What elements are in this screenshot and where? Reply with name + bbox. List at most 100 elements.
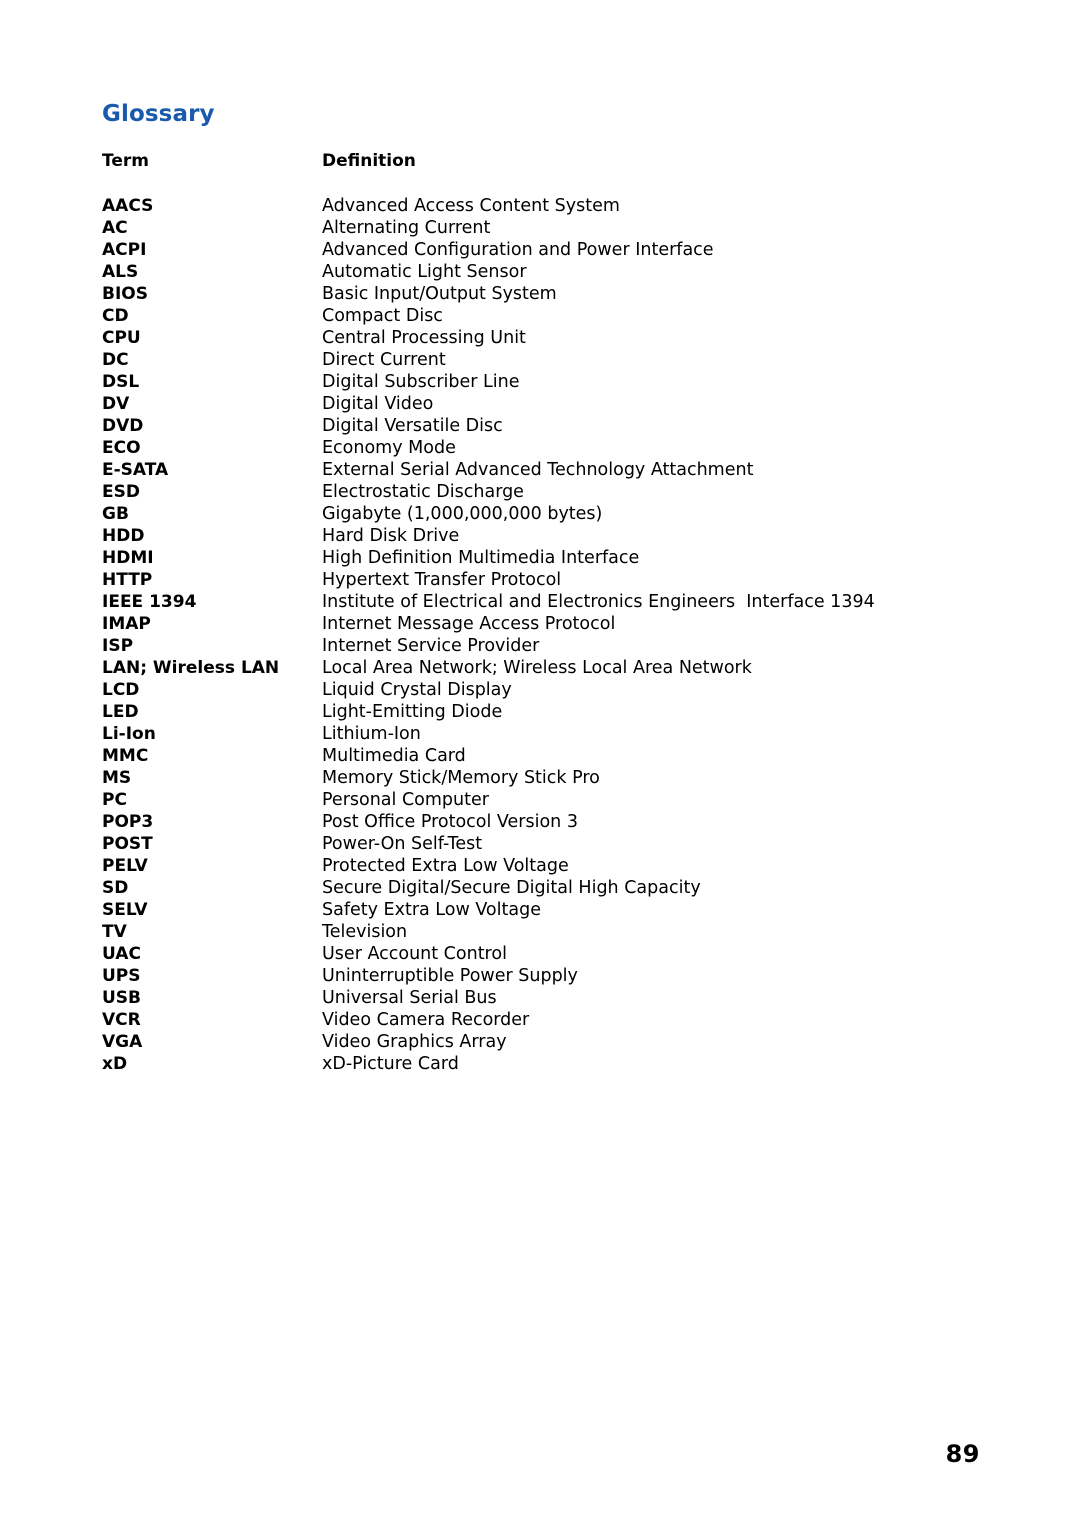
glossary-definition: Hard Disk Drive xyxy=(322,526,460,546)
glossary-definition: Liquid Crystal Display xyxy=(322,680,512,700)
glossary-term: USB xyxy=(102,988,142,1008)
glossary-definition: Multimedia Card xyxy=(322,746,466,766)
table-row: VCR Video Camera Recorder xyxy=(102,1009,932,1031)
glossary-term: ACPI xyxy=(102,240,147,260)
table-row: ESD Electrostatic Discharge xyxy=(102,481,932,503)
glossary-term: PELV xyxy=(102,856,148,876)
glossary-term: ESD xyxy=(102,482,140,502)
glossary-term: DC xyxy=(102,350,129,370)
glossary-definition: External Serial Advanced Technology Atta… xyxy=(322,460,754,480)
page-number: 89 xyxy=(945,1440,980,1468)
glossary-table: Term Definition AACS Advanced Access Cont… xyxy=(102,150,932,1075)
glossary-definition: Post Office Protocol Version 3 xyxy=(322,812,578,832)
glossary-definition: Internet Message Access Protocol xyxy=(322,614,616,634)
glossary-definition: Central Processing Unit xyxy=(322,328,526,348)
glossary-term: ALS xyxy=(102,262,139,282)
table-row: SD Secure Digital/Secure Digital High Cap… xyxy=(102,877,932,899)
table-row: MMC Multimedia Card xyxy=(102,745,932,767)
glossary-term: xD xyxy=(102,1054,128,1074)
table-row: UPS Uninterruptible Power Supply xyxy=(102,965,932,987)
table-row: AC Alternating Current xyxy=(102,217,932,239)
glossary-definition: High Definition Multimedia Interface xyxy=(322,548,640,568)
glossary-definition: Basic Input/Output System xyxy=(322,284,557,304)
glossary-definition: User Account Control xyxy=(322,944,507,964)
table-row: GB Gigabyte (1,000,000,000 bytes) xyxy=(102,503,932,525)
table-row: AACS Advanced Access Content System xyxy=(102,195,932,217)
table-row: MS Memory Stick/Memory Stick Pro xyxy=(102,767,932,789)
glossary-definition: xD-Picture Card xyxy=(322,1054,459,1074)
column-header-term: Term xyxy=(102,151,149,171)
table-row: HTTP Hypertext Transfer Protocol xyxy=(102,569,932,591)
glossary-definition: Video Camera Recorder xyxy=(322,1010,530,1030)
glossary-term: DSL xyxy=(102,372,140,392)
table-row: DV Digital Video xyxy=(102,393,932,415)
glossary-definition: Hypertext Transfer Protocol xyxy=(322,570,562,590)
glossary-term: VCR xyxy=(102,1010,141,1030)
glossary-term: BIOS xyxy=(102,284,148,304)
glossary-definition: Digital Subscriber Line xyxy=(322,372,520,392)
glossary-term: HDMI xyxy=(102,548,154,568)
glossary-definition: Television xyxy=(322,922,408,942)
glossary-term: DV xyxy=(102,394,130,414)
glossary-term: AC xyxy=(102,218,128,238)
glossary-term: GB xyxy=(102,504,129,524)
glossary-definition: Local Area Network; Wireless Local Area … xyxy=(322,658,752,678)
glossary-definition: Internet Service Provider xyxy=(322,636,540,656)
glossary-term: AACS xyxy=(102,196,154,216)
table-row: POST Power-On Self-Test xyxy=(102,833,932,855)
glossary-term: POP3 xyxy=(102,812,154,832)
table-row: LED Light-Emitting Diode xyxy=(102,701,932,723)
table-row: ACPI Advanced Configuration and Power Int… xyxy=(102,239,932,261)
table-row: CPU Central Processing Unit xyxy=(102,327,932,349)
glossary-term: LAN; Wireless LAN xyxy=(102,658,280,678)
table-row: HDD Hard Disk Drive xyxy=(102,525,932,547)
glossary-definition: Gigabyte (1,000,000,000 bytes) xyxy=(322,504,603,524)
table-row: IMAP Internet Message Access Protocol xyxy=(102,613,932,635)
table-row: VGA Video Graphics Array xyxy=(102,1031,932,1053)
glossary-definition: Electrostatic Discharge xyxy=(322,482,524,502)
glossary-term: E-SATA xyxy=(102,460,169,480)
table-header-row: Term Definition xyxy=(102,150,932,172)
table-row: DC Direct Current xyxy=(102,349,932,371)
glossary-term: SELV xyxy=(102,900,148,920)
table-row: TV Television xyxy=(102,921,932,943)
glossary-term: CD xyxy=(102,306,129,326)
glossary-definition: Memory Stick/Memory Stick Pro xyxy=(322,768,600,788)
glossary-term: CPU xyxy=(102,328,141,348)
page-title: Glossary xyxy=(102,101,215,127)
glossary-definition: Alternating Current xyxy=(322,218,491,238)
glossary-term: HDD xyxy=(102,526,145,546)
glossary-definition: Secure Digital/Secure Digital High Capac… xyxy=(322,878,701,898)
table-row: HDMI High Definition Multimedia Interface xyxy=(102,547,932,569)
glossary-definition: Light-Emitting Diode xyxy=(322,702,503,722)
glossary-term: UPS xyxy=(102,966,141,986)
table-row: xD xD-Picture Card xyxy=(102,1053,932,1075)
table-row: UAC User Account Control xyxy=(102,943,932,965)
glossary-definition: Advanced Access Content System xyxy=(322,196,620,216)
glossary-definition: Power-On Self-Test xyxy=(322,834,483,854)
table-row: POP3 Post Office Protocol Version 3 xyxy=(102,811,932,833)
table-row: USB Universal Serial Bus xyxy=(102,987,932,1009)
glossary-term: TV xyxy=(102,922,127,942)
table-row: IEEE 1394 Institute of Electrical and Ele… xyxy=(102,591,932,613)
table-body: AACS Advanced Access Content System AC Alte… xyxy=(102,195,932,1075)
glossary-definition: Lithium-Ion xyxy=(322,724,421,744)
table-row: Li-Ion Lithium-Ion xyxy=(102,723,932,745)
glossary-term: DVD xyxy=(102,416,144,436)
glossary-definition: Economy Mode xyxy=(322,438,456,458)
glossary-term: IEEE 1394 xyxy=(102,592,197,612)
glossary-definition: Direct Current xyxy=(322,350,446,370)
glossary-term: MS xyxy=(102,768,132,788)
document-page: Glossary Term Definition AACS Advanced Ac… xyxy=(0,0,1080,1527)
glossary-term: LCD xyxy=(102,680,140,700)
table-row: BIOS Basic Input/Output System xyxy=(102,283,932,305)
table-row: PELV Protected Extra Low Voltage xyxy=(102,855,932,877)
glossary-term: Li-Ion xyxy=(102,724,156,744)
glossary-definition: Personal Computer xyxy=(322,790,489,810)
glossary-definition: Compact Disc xyxy=(322,306,443,326)
glossary-term: IMAP xyxy=(102,614,151,634)
glossary-definition: Universal Serial Bus xyxy=(322,988,497,1008)
glossary-definition: Automatic Light Sensor xyxy=(322,262,527,282)
table-row: DVD Digital Versatile Disc xyxy=(102,415,932,437)
glossary-term: POST xyxy=(102,834,153,854)
